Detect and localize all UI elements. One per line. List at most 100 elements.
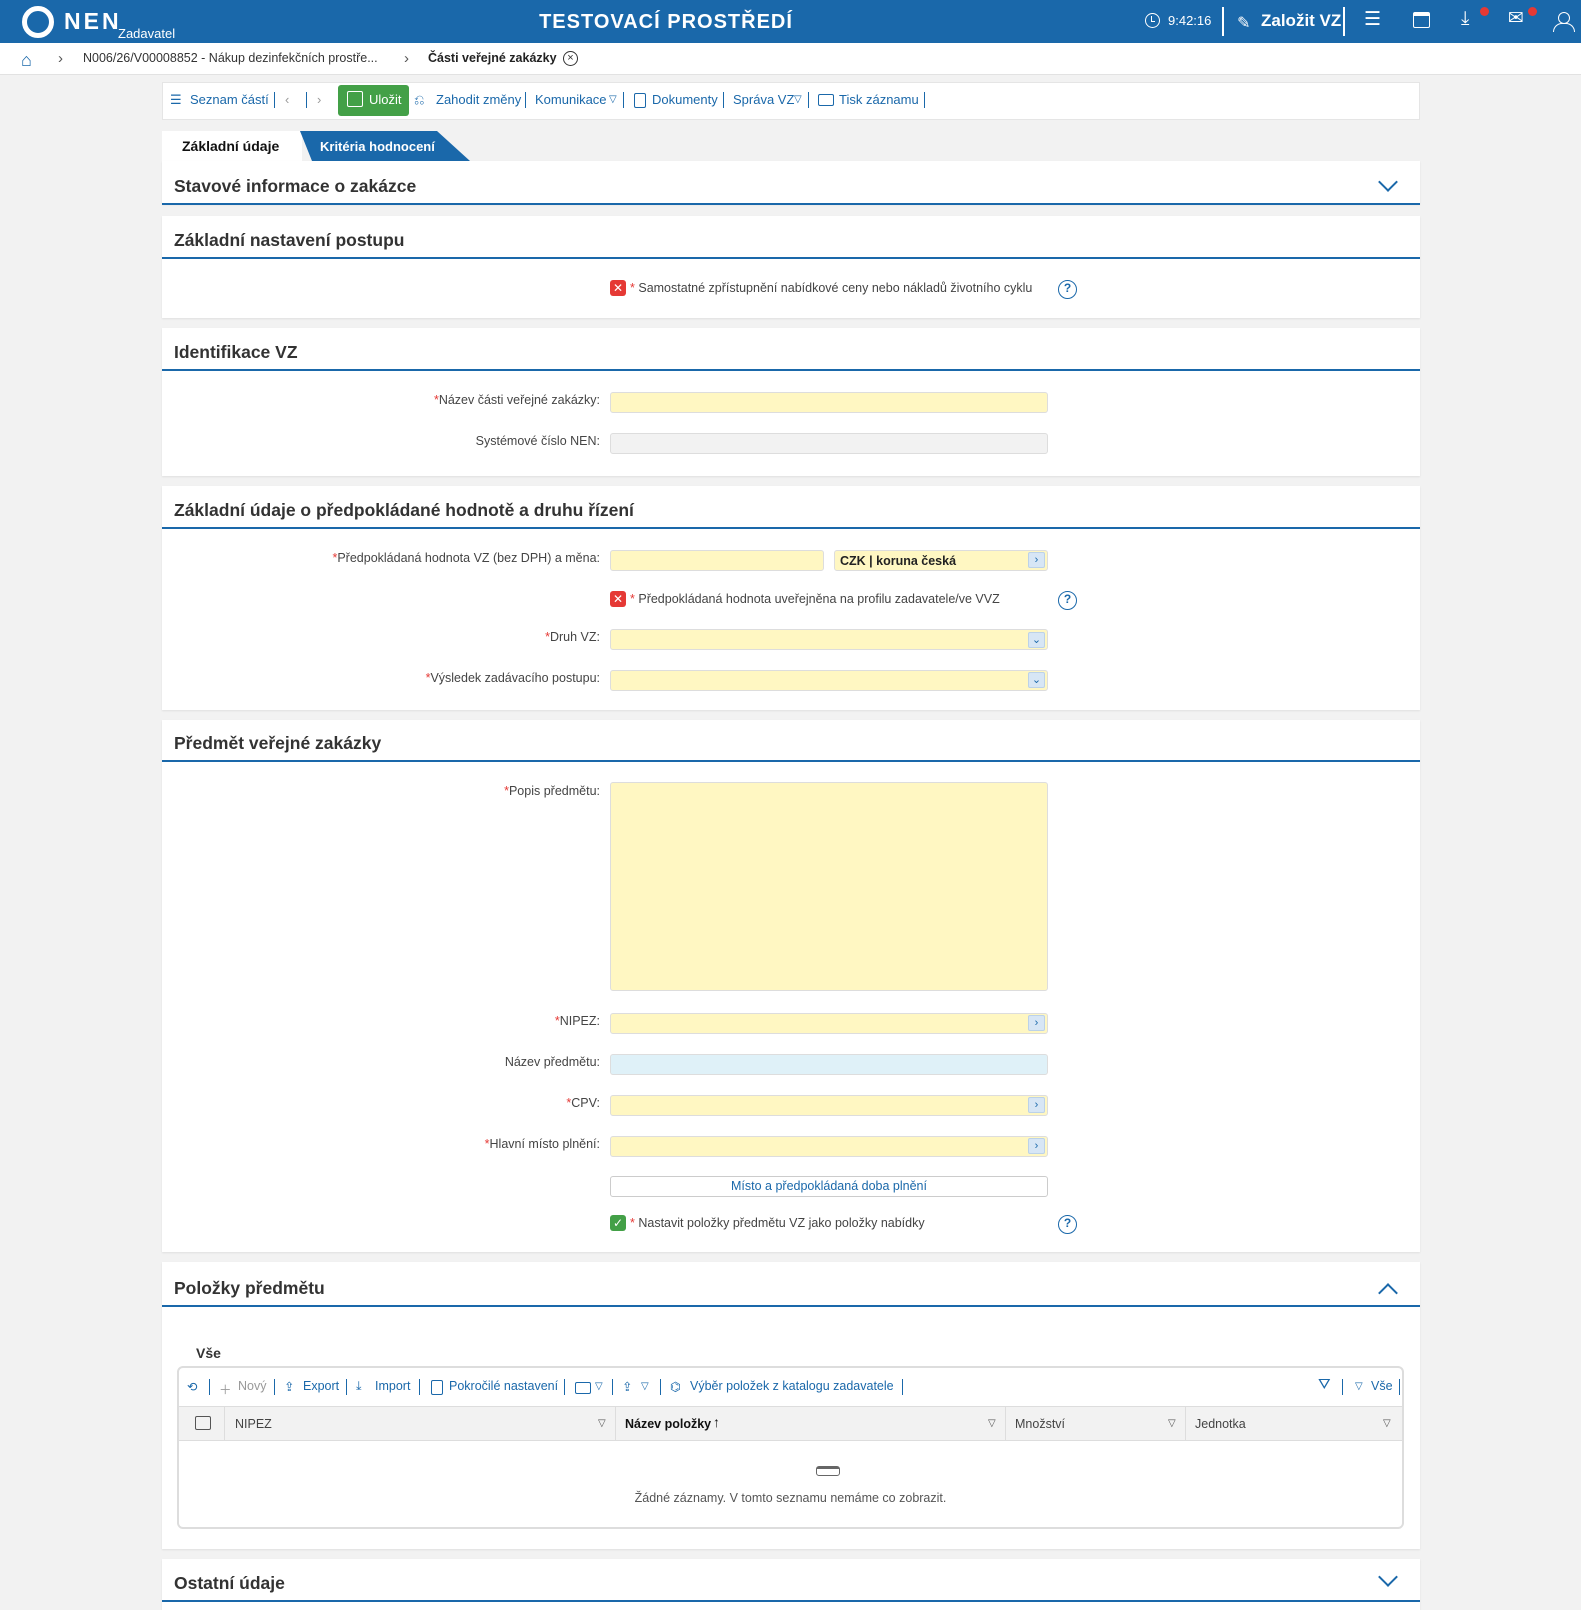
place-duration-button[interactable]: Místo a předpokládaná doba plnění (610, 1176, 1048, 1197)
mail-icon[interactable]: ✉ (1508, 8, 1524, 30)
nipez-input[interactable] (610, 1013, 1048, 1034)
settings-document-icon (431, 1380, 443, 1395)
estimated-value-label: *Předpokládaná hodnota VZ (bez DPH) a mě… (332, 551, 600, 565)
status-section-title[interactable]: Stavové informace o zakázce (174, 176, 416, 197)
chevron-down-icon[interactable]: ⌄ (1028, 632, 1045, 648)
previous-icon[interactable]: ‹ (285, 92, 289, 107)
part-name-label: *Název části veřejné zakázky: (433, 393, 600, 407)
dropdown-arrow-icon[interactable]: ▽ (641, 1381, 649, 1392)
estimated-value-input[interactable] (610, 550, 824, 571)
next-icon[interactable]: › (317, 92, 321, 107)
new-item-button[interactable]: Nový (238, 1379, 266, 1393)
chevron-down-icon[interactable]: ⌄ (1028, 672, 1045, 688)
import-button[interactable]: Import (375, 1379, 410, 1393)
separate-access-checkbox[interactable]: ✕ (610, 280, 626, 296)
refresh-icon[interactable]: ⟲ (187, 1379, 197, 1394)
dropdown-arrow-icon[interactable]: ▽ (609, 94, 617, 105)
discard-changes-button[interactable]: Zahodit změny (436, 92, 521, 107)
tab-evaluation-criteria[interactable]: Kritéria hodnocení (300, 131, 470, 161)
breadcrumb-tender[interactable]: N006/26/V00008852 - Nákup dezinfekčních … (83, 51, 378, 65)
advanced-settings-button[interactable]: Pokročilé nastavení (449, 1379, 558, 1393)
import-icon: ⤓ (356, 1379, 362, 1393)
section-underline (162, 760, 1420, 762)
save-icon (347, 91, 363, 107)
communication-menu[interactable]: Komunikace (535, 92, 607, 107)
management-menu[interactable]: Správa VZ (733, 92, 794, 107)
grid-toolbar-divider (346, 1379, 347, 1395)
tab-basic-data[interactable]: Základní údaje (162, 131, 302, 161)
result-label: *Výsledek zadávacího postupu: (425, 671, 600, 685)
catalog-selection-button[interactable]: Výběr položek z katalogu zadavatele (690, 1379, 894, 1393)
print-icon (818, 94, 834, 106)
section-underline (162, 369, 1420, 371)
column-header-item-name[interactable]: Název položky (625, 1417, 711, 1431)
environment-title: TESTOVACÍ PROSTŘEDÍ (539, 11, 793, 33)
chevron-right-icon[interactable]: › (1028, 1138, 1045, 1154)
edit-icon[interactable]: ✎ (1237, 13, 1250, 33)
result-select[interactable] (610, 670, 1048, 691)
documents-button[interactable]: Dokumenty (652, 92, 718, 107)
description-label: *Popis předmětu: (504, 784, 600, 798)
column-filter-icon[interactable]: ▽ (598, 1418, 606, 1429)
help-icon[interactable]: ? (1058, 280, 1077, 299)
column-settings-icon[interactable] (195, 1416, 211, 1430)
column-header-quantity[interactable]: Množství (1015, 1417, 1065, 1431)
chevron-right-icon[interactable]: › (1028, 1015, 1045, 1031)
description-textarea[interactable] (610, 782, 1048, 991)
other-section-title[interactable]: Ostatní údaje (174, 1573, 285, 1594)
sort-ascending-icon[interactable]: ↑ (713, 1414, 720, 1430)
list-icon: ☰ (170, 92, 182, 107)
plus-icon: ＋ (219, 1383, 232, 1397)
cpv-input[interactable] (610, 1095, 1048, 1116)
separate-access-label: * Samostatné zpřístupnění nabídkové ceny… (630, 281, 1033, 295)
help-icon[interactable]: ? (1058, 1215, 1077, 1234)
set-items-checkbox[interactable]: ✓ (610, 1215, 626, 1231)
download-icon[interactable]: ⤓ (1461, 8, 1469, 30)
column-header-unit[interactable]: Jednotka (1195, 1417, 1246, 1431)
parts-list-button[interactable]: Seznam částí (190, 92, 269, 107)
discard-icon: ⎌ (414, 92, 425, 107)
empty-state-message: Žádné záznamy. V tomto seznamu nemáme co… (634, 1491, 947, 1505)
column-filter-icon[interactable]: ▽ (1383, 1418, 1391, 1429)
mail-notification-dot (1528, 7, 1537, 16)
grid-toolbar-divider (902, 1379, 903, 1395)
toolbar-divider (525, 92, 526, 108)
column-filter-icon[interactable]: ▽ (1168, 1418, 1176, 1429)
currency-select[interactable]: CZK | koruna česká (834, 550, 1048, 571)
filter-all-select[interactable]: Vše (1371, 1379, 1393, 1393)
type-select[interactable] (610, 629, 1048, 650)
print-icon[interactable] (575, 1382, 591, 1394)
calendar-icon[interactable] (1413, 12, 1430, 28)
divider (1343, 7, 1345, 36)
chevron-right-icon[interactable]: › (1028, 1097, 1045, 1113)
toolbar-divider (274, 92, 275, 108)
value-published-checkbox[interactable]: ✕ (610, 591, 626, 607)
toolbar-divider (306, 92, 307, 108)
print-record-button[interactable]: Tisk záznamu (839, 92, 919, 107)
close-icon[interactable]: × (563, 51, 578, 66)
subject-name-field[interactable] (610, 1054, 1048, 1075)
export-button[interactable]: Export (303, 1379, 339, 1393)
part-name-input[interactable] (610, 392, 1048, 413)
help-icon[interactable]: ? (1058, 591, 1077, 610)
column-header-nipez[interactable]: NIPEZ (235, 1417, 272, 1431)
create-tender-button[interactable]: Založit VZ (1261, 11, 1341, 31)
toolbar-divider (808, 92, 809, 108)
type-label: *Druh VZ: (545, 630, 600, 644)
clock-icon (1145, 13, 1160, 28)
dropdown-arrow-icon[interactable]: ▽ (595, 1381, 603, 1392)
chevron-right-icon[interactable]: › (1028, 552, 1045, 568)
dropdown-arrow-icon[interactable]: ▽ (794, 94, 802, 105)
column-filter-icon[interactable]: ▽ (988, 1418, 996, 1429)
share-icon[interactable]: ⇪ (622, 1379, 632, 1394)
section-underline (162, 1305, 1420, 1307)
place-input[interactable] (610, 1136, 1048, 1157)
menu-icon[interactable]: ☰ (1364, 9, 1381, 31)
dropdown-arrow-icon[interactable]: ▽ (1355, 1381, 1363, 1392)
system-number-field (610, 433, 1048, 454)
home-icon[interactable]: ⌂ (21, 50, 32, 71)
filter-icon[interactable]: ⛛ (1318, 1376, 1331, 1393)
section-underline (162, 527, 1420, 529)
grid-toolbar-divider (419, 1379, 420, 1395)
items-section-title[interactable]: Položky předmětu (174, 1278, 325, 1299)
